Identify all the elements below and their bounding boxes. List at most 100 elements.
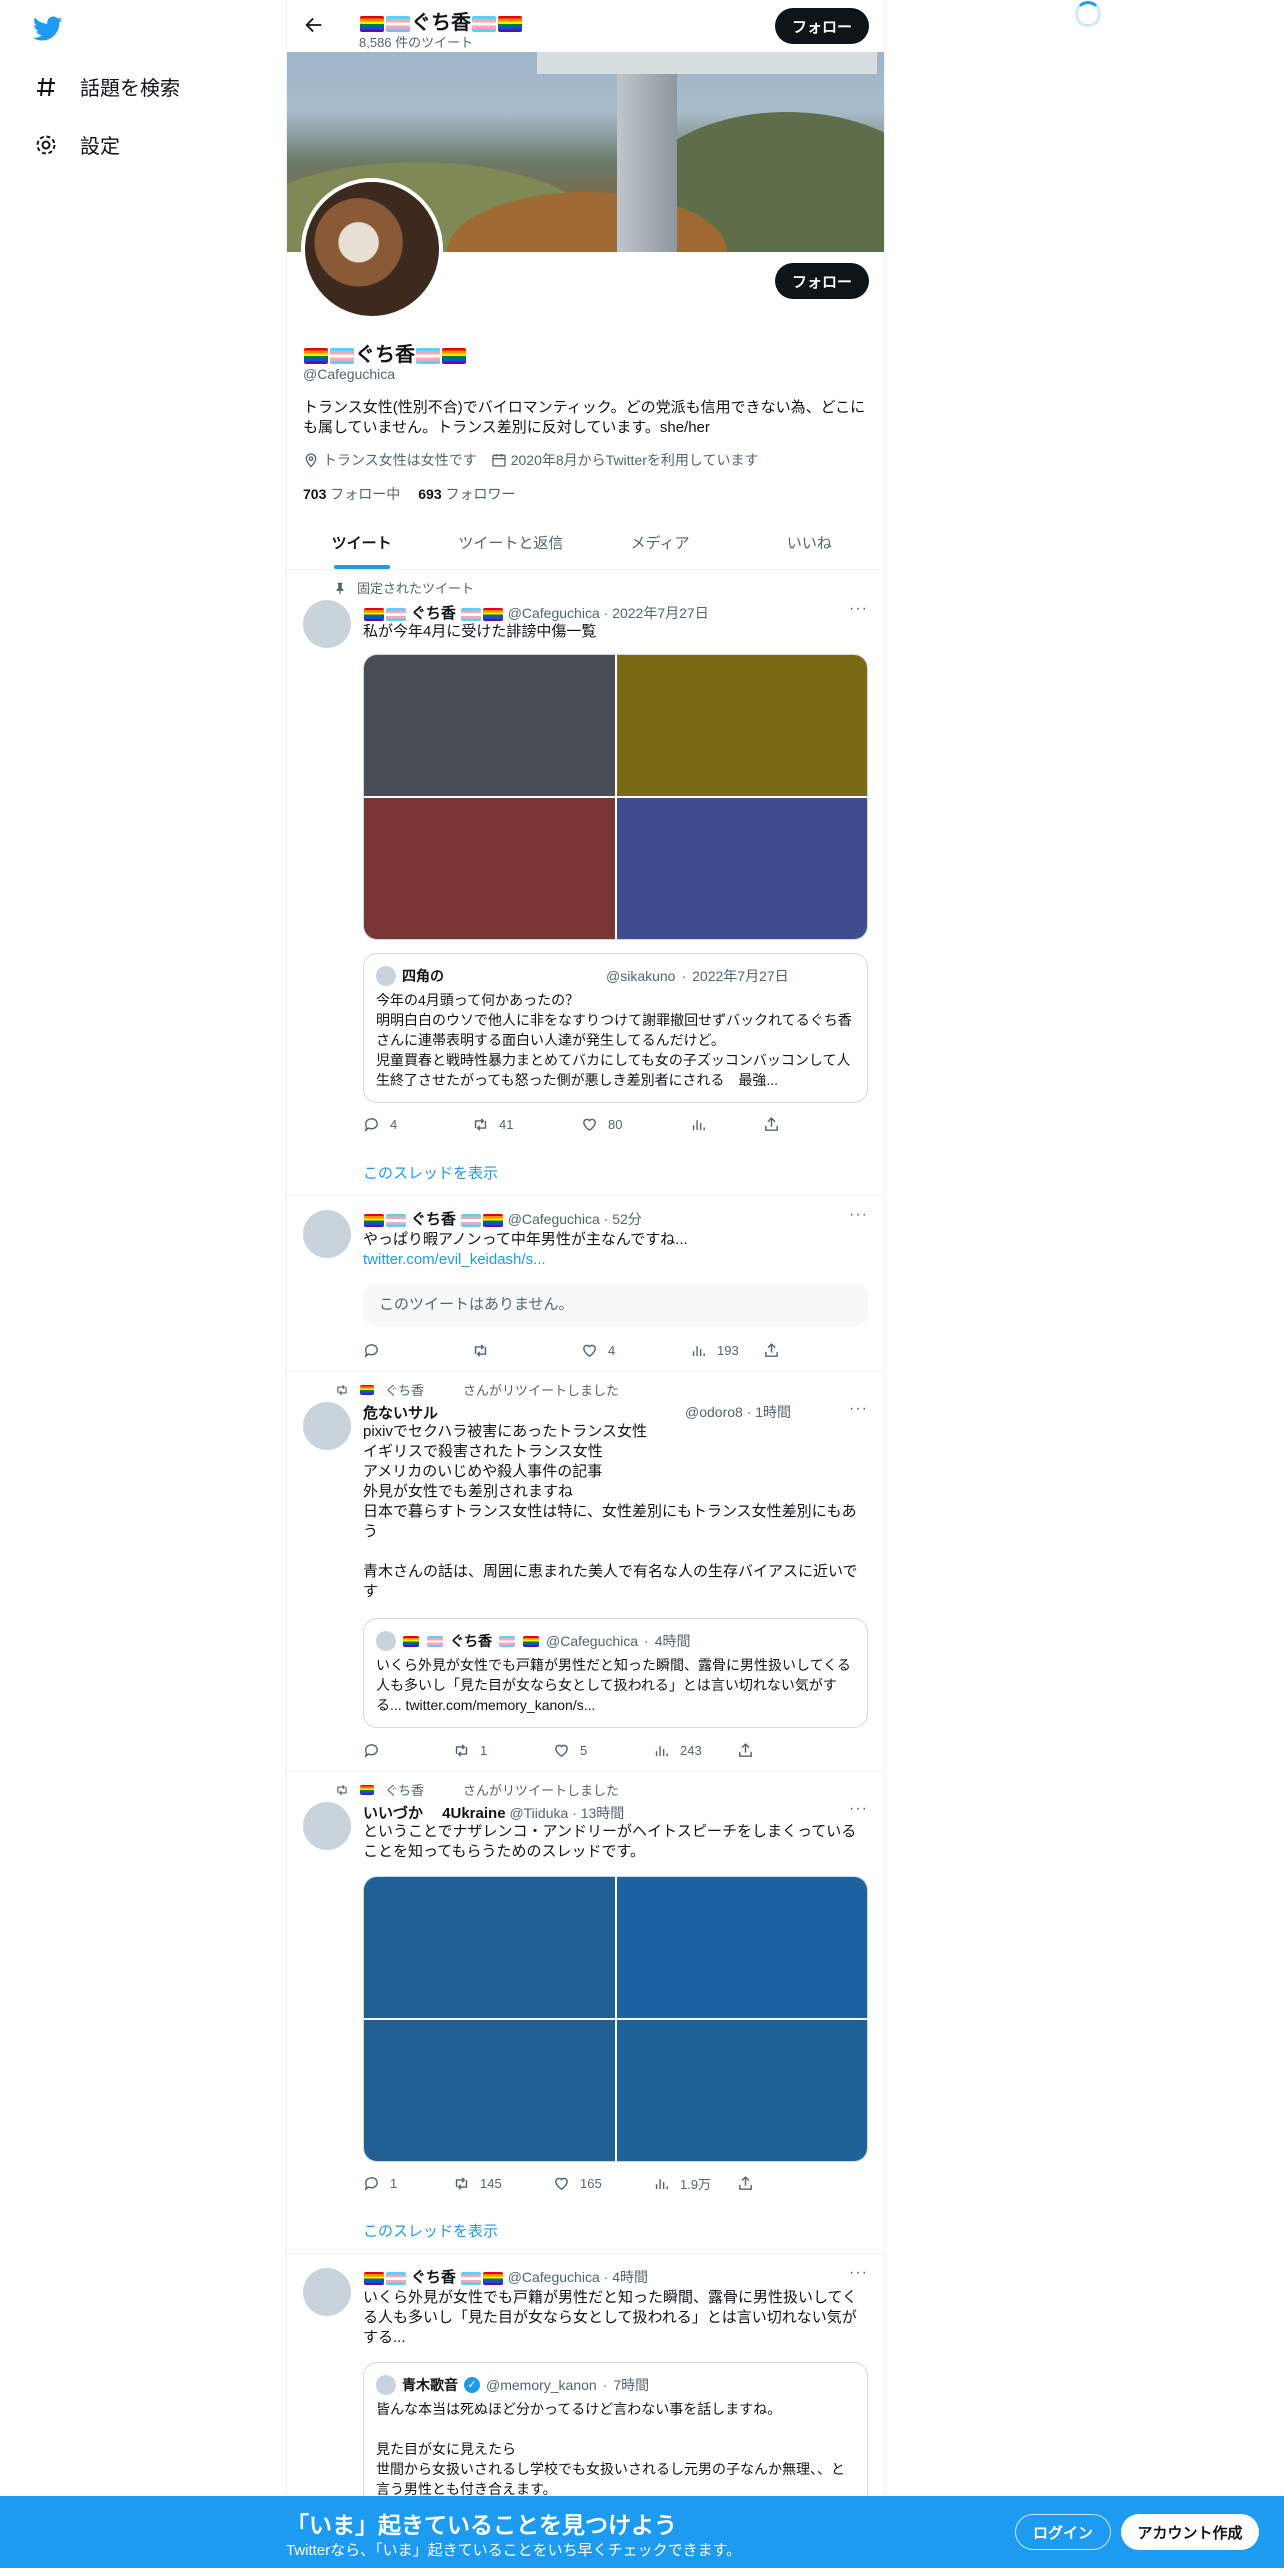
author-handle[interactable]: @Cafeguchica	[508, 2269, 600, 2285]
author-name[interactable]: いいづか 4Ukraine	[363, 1805, 506, 1822]
tweet-media-grid[interactable]	[363, 1876, 868, 2162]
avatar[interactable]	[303, 2268, 351, 2316]
tweet-pinned[interactable]: 固定されたツイート ぐち香 @Cafeguchica · 2022年7月27日 …	[287, 570, 884, 1196]
share-button[interactable]	[737, 1742, 777, 1759]
avatar[interactable]	[303, 1210, 351, 1258]
analytics-icon	[655, 2179, 668, 2190]
following-label: フォロー中	[330, 486, 401, 502]
views-button[interactable]: 193	[690, 1342, 763, 1359]
rainbow-flag-icon	[523, 1635, 539, 1647]
reply-button[interactable]: 1	[363, 2174, 453, 2193]
reply-icon	[364, 2177, 378, 2191]
pinned-label: 固定されたツイート	[357, 581, 475, 596]
like-button[interactable]: 80	[581, 1116, 690, 1133]
avatar[interactable]	[303, 1402, 351, 1450]
author-handle[interactable]: @Tiiduka	[509, 1805, 568, 1821]
profile-name: ぐち香	[303, 338, 467, 367]
tweet-time[interactable]: 1時間	[755, 1404, 791, 1420]
analytics-button[interactable]	[690, 1116, 763, 1133]
tab-media[interactable]: メディア	[586, 517, 735, 569]
tweet[interactable]: ぐち香 @Cafeguchica · 52分 ··· やっぱり暇アノンって中年男…	[287, 1196, 884, 1372]
more-options-icon[interactable]: ···	[849, 2264, 868, 2282]
share-button[interactable]	[737, 2174, 777, 2193]
media-image-4[interactable]	[616, 798, 867, 939]
author-name[interactable]: ぐち香	[411, 1211, 456, 1228]
trans-flag-icon	[427, 1635, 443, 1647]
more-options-icon[interactable]: ···	[849, 1800, 868, 1818]
verified-badge-icon: ✓	[464, 2377, 480, 2393]
tweet-link[interactable]: twitter.com/evil_keidash/s...	[363, 1251, 546, 1268]
follow-button[interactable]: フォロー	[775, 263, 869, 299]
share-button[interactable]	[763, 1116, 803, 1133]
profile-handle: @Cafeguchica	[303, 366, 396, 382]
signup-button[interactable]: アカウント作成	[1121, 2514, 1259, 2550]
like-button[interactable]: 5	[553, 1742, 653, 1759]
login-button[interactable]: ログイン	[1015, 2514, 1111, 2550]
quoted-tweet[interactable]: 四角の @sikakuno · 2022年7月27日 今年の4月頭って何かあった…	[363, 953, 868, 1103]
author-name[interactable]: ぐち香	[411, 2269, 456, 2286]
nav-settings[interactable]: 設定	[34, 130, 120, 159]
author-handle[interactable]: @odoro8	[685, 1404, 743, 1420]
author-handle[interactable]: @Cafeguchica	[508, 605, 600, 621]
avatar	[376, 1631, 396, 1651]
tweet-time[interactable]: 2022年7月27日	[612, 605, 709, 621]
profile-avatar[interactable]	[301, 178, 443, 320]
followers-link[interactable]: 693 フォロワー	[418, 484, 515, 504]
avatar[interactable]	[303, 600, 351, 648]
tweet-text: いくら外見が女性でも戸籍が男性だと知った瞬間、露骨に男性扱いしてくる人も多いし「…	[363, 2289, 858, 2346]
tweet-time[interactable]: 52分	[612, 1211, 642, 1227]
author-handle[interactable]: @Cafeguchica	[508, 1211, 600, 1227]
like-button[interactable]: 165	[553, 2174, 653, 2193]
following-link[interactable]: 703 フォロー中	[303, 484, 400, 504]
tab-tweets-replies[interactable]: ツイートと返信	[436, 517, 585, 569]
author-name[interactable]: ぐち香	[411, 605, 456, 622]
follow-button-header[interactable]: フォロー	[775, 8, 869, 44]
pin-icon	[336, 582, 344, 594]
tweet-media-grid[interactable]	[363, 654, 868, 940]
media-image-2[interactable]	[616, 655, 867, 796]
share-button[interactable]	[763, 1342, 803, 1359]
reply-button[interactable]: 4	[363, 1116, 472, 1133]
reply-count: 1	[390, 2176, 398, 2191]
pinned-context: 固定されたツイート	[333, 578, 474, 597]
show-thread-link[interactable]: このスレッドを表示	[363, 2220, 498, 2241]
show-thread-link[interactable]: このスレッドを表示	[363, 1162, 498, 1183]
tweet-retweeted[interactable]: ぐち香 さんがリツイートしました いいづか 4Ukraine @Tiiduka …	[287, 1772, 884, 2254]
media-image-4[interactable]	[616, 2020, 867, 2161]
rainbow-flag-icon	[403, 1635, 419, 1647]
analytics-icon	[692, 1120, 705, 1131]
retweet-context: ぐち香 さんがリツイートしました	[335, 1780, 619, 1799]
retweet-button[interactable]: 145	[453, 2174, 553, 2193]
retweet-button[interactable]: 41	[472, 1116, 581, 1133]
media-image-3[interactable]	[364, 798, 615, 939]
analytics-icon	[692, 1346, 705, 1357]
media-image-1[interactable]	[364, 655, 615, 796]
quoted-tweet[interactable]: ぐち香 @Cafeguchica · 4時間 いくら外見が女性でも戸籍が男性だと…	[363, 1618, 868, 1728]
nav-explore[interactable]: 話題を検索	[34, 72, 180, 101]
more-options-icon[interactable]: ···	[849, 1206, 868, 1224]
quote-author-handle: @sikakuno	[606, 968, 676, 984]
tab-tweets[interactable]: ツイート	[287, 517, 436, 569]
location-pin-icon	[305, 453, 317, 468]
tweet-retweeted[interactable]: ぐち香 さんがリツイートしました 危ないサル @odoro8 · 1時間 ···…	[287, 1372, 884, 1772]
tweet-time[interactable]: 13時間	[581, 1805, 625, 1821]
retweet-button[interactable]: 1	[453, 1742, 553, 1759]
media-image-1[interactable]	[364, 1877, 615, 2018]
back-arrow-icon[interactable]	[303, 14, 325, 36]
tweet-time[interactable]: 4時間	[612, 2269, 648, 2285]
media-image-3[interactable]	[364, 2020, 615, 2161]
like-button[interactable]: 4	[581, 1342, 690, 1359]
more-options-icon[interactable]: ···	[849, 600, 868, 618]
tab-likes[interactable]: いいね	[735, 517, 884, 569]
quote-author-name: 四角の	[402, 968, 444, 984]
twitter-logo-icon[interactable]	[33, 16, 63, 42]
media-image-2[interactable]	[616, 1877, 867, 2018]
retweet-button[interactable]	[472, 1342, 581, 1359]
views-button[interactable]: 1.9万	[653, 2174, 737, 2193]
reply-button[interactable]	[363, 1342, 472, 1359]
author-name[interactable]: 危ないサル	[363, 1405, 438, 1422]
more-options-icon[interactable]: ···	[849, 1400, 868, 1418]
reply-button[interactable]	[363, 1742, 453, 1759]
views-button[interactable]: 243	[653, 1742, 737, 1759]
avatar[interactable]	[303, 1802, 351, 1850]
